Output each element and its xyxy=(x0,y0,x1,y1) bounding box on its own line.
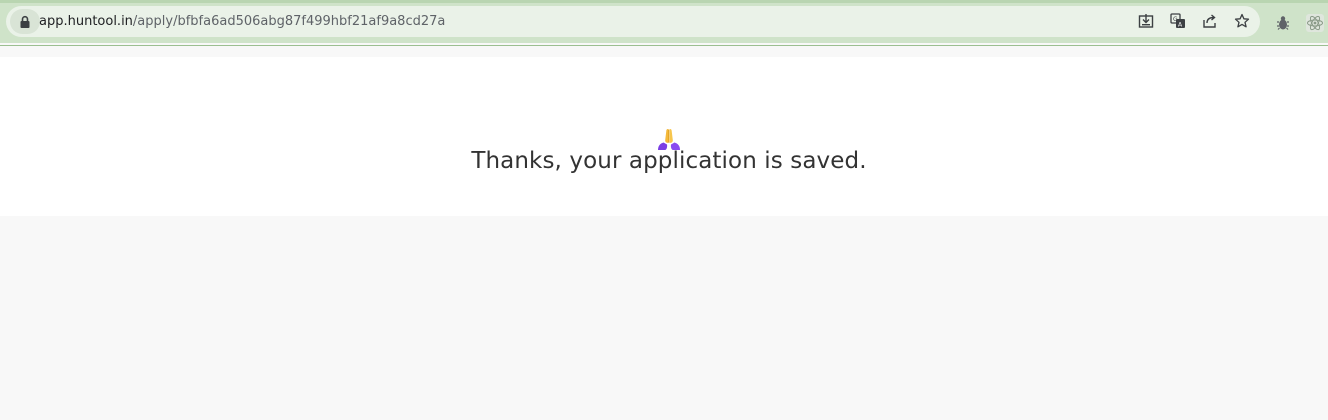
bookmark-star-icon[interactable] xyxy=(1232,11,1252,31)
browser-toolbar: app.huntool.in/apply/bfbfa6ad506abg87f49… xyxy=(0,0,1328,46)
share-icon[interactable] xyxy=(1200,11,1220,31)
install-icon[interactable] xyxy=(1136,11,1156,31)
address-bar[interactable]: app.huntool.in/apply/bfbfa6ad506abg87f49… xyxy=(6,6,1260,37)
translate-icon[interactable]: G A xyxy=(1168,11,1188,31)
url-path: /apply/bfbfa6ad506abg87f499hbf21af9a8cd2… xyxy=(132,14,446,29)
react-devtools-icon[interactable] xyxy=(1304,12,1326,34)
toolbar-divider xyxy=(0,45,1328,46)
url-domain: app.huntool.in xyxy=(39,14,133,29)
bug-extension-icon[interactable] xyxy=(1272,12,1294,34)
confirmation-message: Thanks, your application is saved. xyxy=(471,148,867,174)
url-text[interactable]: app.huntool.in/apply/bfbfa6ad506abg87f49… xyxy=(39,6,445,37)
lock-icon[interactable] xyxy=(10,9,40,34)
